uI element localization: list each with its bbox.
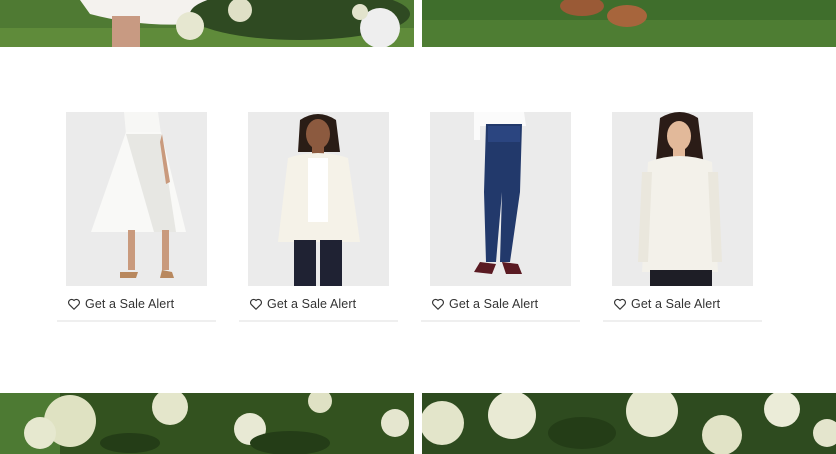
ivory-sweater-model-photo [612, 112, 753, 286]
product-card[interactable]: Get a Sale Alert [239, 112, 398, 324]
white-midi-skirt-model-photo [66, 112, 207, 286]
product-card[interactable]: Get a Sale Alert [603, 112, 762, 324]
hydrangea-flowers-photo [422, 393, 836, 454]
product-card[interactable]: Get a Sale Alert [421, 112, 580, 324]
top-left-banner[interactable] [0, 0, 414, 47]
sale-alert-label: Get a Sale Alert [267, 297, 357, 311]
product-image[interactable] [430, 112, 571, 286]
sandals-on-grass-photo [422, 0, 836, 47]
sale-alert-button[interactable]: Get a Sale Alert [57, 288, 216, 322]
product-image[interactable] [612, 112, 753, 286]
sale-alert-button[interactable]: Get a Sale Alert [239, 288, 398, 322]
white-dress-garden-photo [0, 0, 414, 47]
product-image[interactable] [66, 112, 207, 286]
heart-icon [431, 297, 445, 311]
hydrangea-bushes-photo [0, 393, 414, 454]
product-card[interactable]: Get a Sale Alert [57, 112, 216, 324]
sale-alert-button[interactable]: Get a Sale Alert [421, 288, 580, 322]
sale-alert-label: Get a Sale Alert [631, 297, 721, 311]
bottom-left-banner[interactable] [0, 393, 414, 454]
sale-alert-label: Get a Sale Alert [85, 297, 175, 311]
heart-icon [613, 297, 627, 311]
sale-alert-label: Get a Sale Alert [449, 297, 539, 311]
heart-icon [249, 297, 263, 311]
sale-alert-button[interactable]: Get a Sale Alert [603, 288, 762, 322]
heart-icon [67, 297, 81, 311]
top-right-banner[interactable] [422, 0, 836, 47]
bottom-right-banner[interactable] [422, 393, 836, 454]
dark-skinny-jeans-model-photo [430, 112, 571, 286]
ivory-blazer-model-photo [248, 112, 389, 286]
product-image[interactable] [248, 112, 389, 286]
